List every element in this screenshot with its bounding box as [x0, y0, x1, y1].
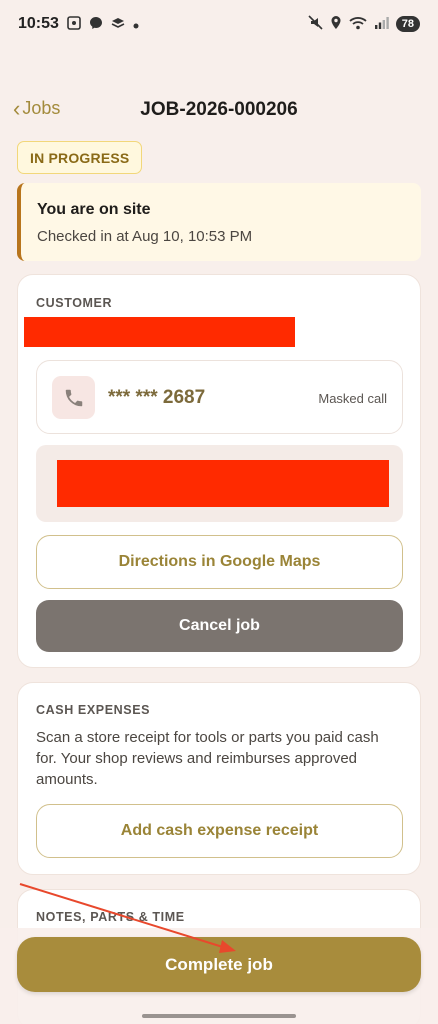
masked-call-label: Masked call — [318, 391, 387, 406]
dot-icon — [133, 17, 139, 32]
notes-section-label: NOTES, PARTS & TIME — [36, 910, 185, 924]
address-box — [36, 445, 403, 522]
complete-job-button[interactable]: Complete job — [17, 937, 421, 992]
location-icon — [330, 15, 342, 33]
customer-card: CUSTOMER *** *** 2687 Masked call Direct… — [17, 274, 421, 668]
directions-button[interactable]: Directions in Google Maps — [36, 535, 403, 589]
add-cash-expense-button[interactable]: Add cash expense receipt — [36, 804, 403, 858]
status-bar: 10:53 78 — [0, 0, 438, 48]
onsite-banner: You are on site Checked in at Aug 10, 10… — [17, 183, 421, 261]
page-title: JOB-2026-000206 — [140, 99, 298, 120]
nav-bar: ‹ Jobs JOB-2026-000206 — [0, 92, 438, 128]
signal-icon — [374, 16, 389, 33]
status-time: 10:53 — [18, 15, 59, 32]
status-right: 78 — [308, 15, 420, 33]
status-badge: IN PROGRESS — [17, 141, 143, 174]
home-indicator[interactable] — [142, 1014, 296, 1018]
cancel-job-button[interactable]: Cancel job — [36, 600, 403, 652]
checkin-time: Checked in at Aug 10, 10:53 PM — [37, 228, 253, 245]
phone-number: *** *** 2687 — [108, 387, 206, 408]
cash-expenses-card: CASH EXPENSES Scan a store receipt for t… — [17, 682, 421, 875]
customer-section-label: CUSTOMER — [36, 296, 113, 310]
stack-icon — [111, 16, 125, 33]
address-redaction — [57, 460, 389, 507]
mute-icon — [308, 15, 323, 33]
customer-name-redaction — [24, 317, 295, 347]
battery-level: 78 — [395, 16, 420, 32]
cash-expenses-section-label: CASH EXPENSES — [36, 703, 151, 717]
onsite-title: You are on site — [37, 201, 151, 218]
phone-row[interactable]: *** *** 2687 Masked call — [36, 360, 403, 434]
screenshot-icon — [67, 15, 81, 33]
status-left: 10:53 — [18, 15, 139, 33]
cash-expenses-description: Scan a store receipt for tools or parts … — [36, 729, 379, 788]
wifi-icon — [349, 16, 367, 33]
phone-icon — [52, 376, 95, 419]
messenger-icon — [89, 16, 103, 33]
